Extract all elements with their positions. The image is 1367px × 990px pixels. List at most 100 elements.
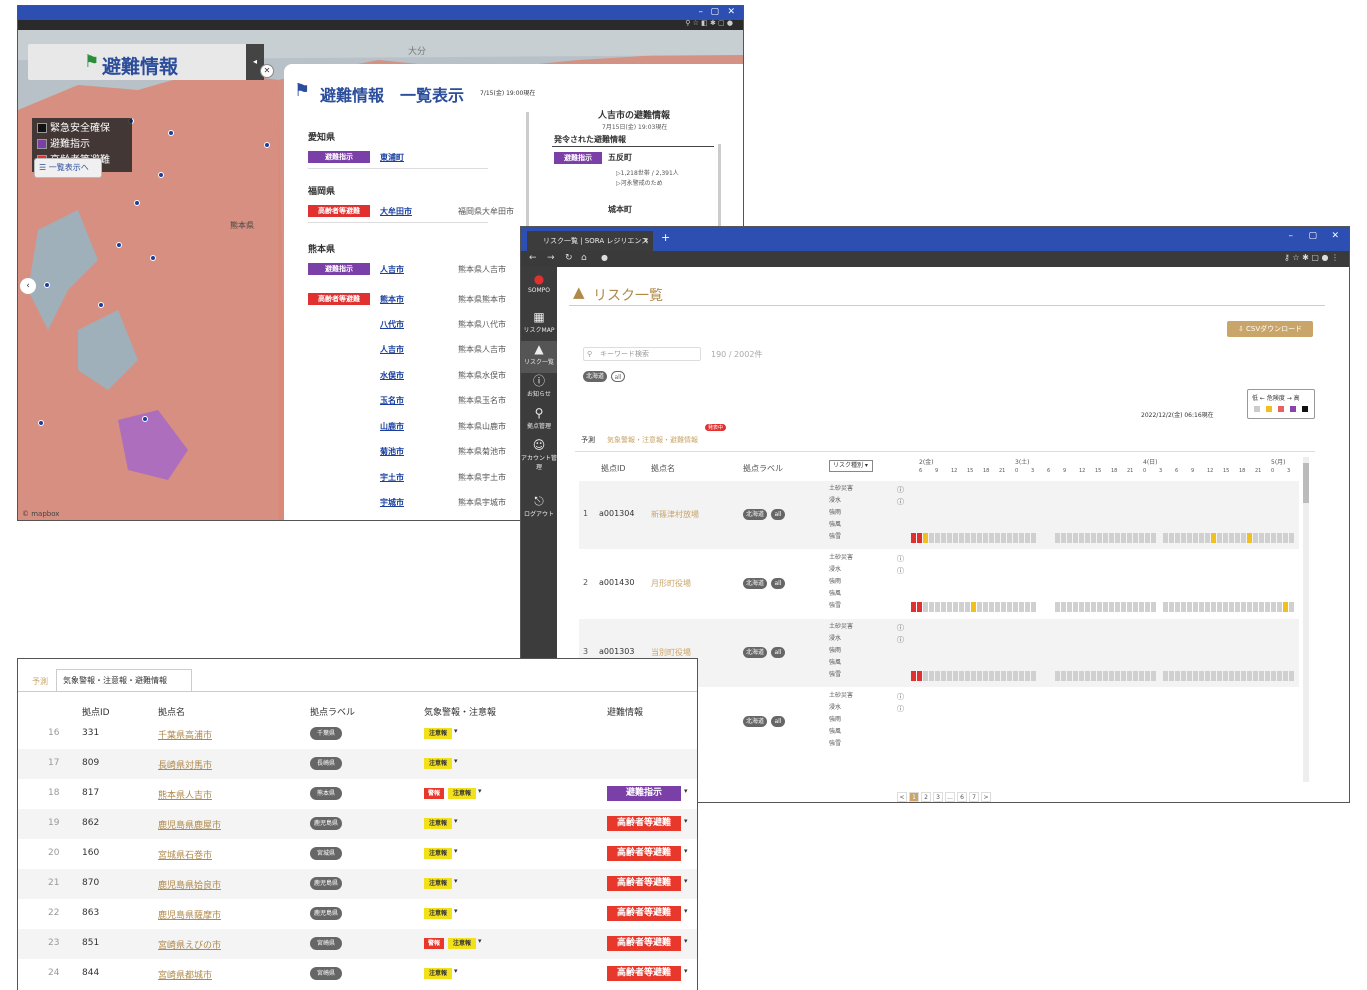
- info-icon[interactable]: ⓘ: [897, 497, 904, 507]
- table-row[interactable]: 22 863 鹿児島県薩摩市 鹿児島県 注意報 ▾ 高齢者等避難 ▾: [18, 899, 697, 930]
- info-icon[interactable]: ⓘ: [897, 635, 904, 645]
- home-icon[interactable]: ⌂: [581, 253, 587, 263]
- table-row[interactable]: 17 809 長崎県対馬市 長崎県 注意報 ▾: [18, 749, 697, 780]
- row-name-link[interactable]: 新篠津村放場: [651, 509, 699, 520]
- row-label-chip[interactable]: all: [771, 716, 785, 727]
- table-scrollbar-thumb[interactable]: [1303, 463, 1309, 503]
- city-link[interactable]: 水俣市: [380, 370, 404, 381]
- warning-badge[interactable]: 警報: [424, 938, 444, 949]
- row-name-link[interactable]: 長崎県対馬市: [158, 758, 212, 771]
- table-row[interactable]: 20 160 宮城県石巻市 宮城県 注意報 ▾ 高齢者等避難 ▾: [18, 839, 697, 870]
- row-label-chip[interactable]: 鹿児島県: [310, 877, 342, 890]
- row-label-chip[interactable]: 北海道: [743, 578, 767, 589]
- expand-icon[interactable]: ▾: [478, 937, 482, 945]
- table-row[interactable]: 19 862 鹿児島県鹿屋市 鹿児島県 注意報 ▾ 高齢者等避難 ▾: [18, 809, 697, 840]
- risk-row[interactable]: 2 a001430 月形町役場 北海道 all 土砂災害 浸水 強雨 強風 強雪 ⓘ ⓘ: [579, 550, 1299, 618]
- filter-chip[interactable]: all: [611, 371, 625, 382]
- expand-icon[interactable]: ▾: [454, 877, 458, 885]
- table-row[interactable]: 18 817 熊本県人吉市 熊本県 警報 注意報 ▾ 避難指示 ▾: [18, 779, 697, 810]
- evacuation-badge[interactable]: 高齢者等避難: [607, 936, 681, 951]
- detail-scrollbar[interactable]: [718, 144, 721, 234]
- page-button[interactable]: 1: [909, 792, 919, 802]
- row-label-chip[interactable]: 宮崎県: [310, 967, 342, 980]
- expand-icon[interactable]: ▾: [684, 817, 688, 825]
- info-icon[interactable]: ⓘ: [897, 623, 904, 633]
- map-pin[interactable]: [264, 142, 270, 148]
- expand-icon[interactable]: ▾: [684, 967, 688, 975]
- minimize-icon[interactable]: –: [1289, 231, 1294, 241]
- map-pin[interactable]: [134, 200, 140, 206]
- lock-icon[interactable]: ●: [601, 253, 608, 262]
- sidebar-item-sompo[interactable]: ● SOMPO: [521, 271, 557, 303]
- row-label-chip[interactable]: 鹿児島県: [310, 907, 342, 920]
- risk-type-select[interactable]: リスク種別 ▾: [829, 460, 873, 472]
- map-pin[interactable]: [44, 282, 50, 288]
- sidebar-item-risklist[interactable]: ▲ リスク一覧: [521, 341, 557, 373]
- risk-row[interactable]: 1 a001304 新篠津村放場 北海道 all 土砂災害 浸水 強雨 強風 強雪 ⓘ ⓘ: [579, 481, 1299, 549]
- map-pin[interactable]: [38, 420, 44, 426]
- table-row[interactable]: 16 331 千葉県高浦市 千葉県 注意報 ▾: [18, 719, 697, 750]
- warning-badge[interactable]: 注意報: [424, 758, 452, 769]
- row-label-chip[interactable]: 熊本県: [310, 787, 342, 800]
- warning-badge[interactable]: 注意報: [424, 728, 452, 739]
- minimize-icon[interactable]: –: [699, 7, 704, 17]
- evacuation-badge[interactable]: 高齢者等避難: [607, 816, 681, 831]
- row-name-link[interactable]: 宮崎県都城市: [158, 968, 212, 981]
- expand-icon[interactable]: ▾: [454, 847, 458, 855]
- back-icon[interactable]: ←: [529, 253, 537, 263]
- list-view-button[interactable]: ☰ 一覧表示へ: [34, 158, 102, 178]
- forward-icon[interactable]: →: [547, 253, 555, 263]
- expand-icon[interactable]: ▾: [684, 847, 688, 855]
- map-pin[interactable]: [98, 302, 104, 308]
- page-button[interactable]: <: [897, 792, 907, 802]
- map-pin[interactable]: [142, 416, 148, 422]
- page-button[interactable]: >: [981, 792, 991, 802]
- row-label-chip[interactable]: 宮城県: [310, 847, 342, 860]
- map-pin[interactable]: [150, 255, 156, 261]
- table-row[interactable]: 23 851 宮崎県えびの市 宮崎県 警報 注意報 ▾ 高齢者等避難 ▾: [18, 929, 697, 960]
- row-name-link[interactable]: 宮崎県えびの市: [158, 938, 221, 951]
- row-name-link[interactable]: 月形町役場: [651, 578, 691, 589]
- warning-badge[interactable]: 警報: [424, 788, 444, 799]
- page-button[interactable]: 7: [969, 792, 979, 802]
- sidebar-item-logout[interactable]: ⎋ ログアウト: [521, 493, 557, 525]
- warning-badge[interactable]: 注意報: [424, 968, 452, 979]
- maximize-icon[interactable]: ▢: [710, 7, 719, 17]
- maximize-icon[interactable]: ▢: [1308, 231, 1317, 241]
- close-tab-icon[interactable]: ✕: [643, 231, 649, 251]
- page-button[interactable]: 2: [921, 792, 931, 802]
- row-label-chip[interactable]: all: [771, 509, 785, 520]
- warning-badge[interactable]: 注意報: [424, 908, 452, 919]
- map-pin[interactable]: [168, 130, 174, 136]
- tab-forecast[interactable]: 予測: [581, 435, 595, 445]
- new-tab-icon[interactable]: +: [661, 231, 670, 244]
- city-link[interactable]: 人吉市: [380, 344, 404, 355]
- list-scrollbar[interactable]: [526, 112, 529, 232]
- filter-chip[interactable]: 北海道: [583, 371, 607, 382]
- warning-badge[interactable]: 注意報: [424, 818, 452, 829]
- browser-tab[interactable]: リスク一覧 | SORA レジリエンス ✕: [527, 231, 653, 251]
- sidebar-item-accounts[interactable]: ☺ アカウント管理: [521, 437, 557, 471]
- info-icon[interactable]: ⓘ: [897, 566, 904, 576]
- expand-icon[interactable]: ▾: [684, 877, 688, 885]
- close-icon[interactable]: ✕: [1331, 231, 1339, 241]
- row-name-link[interactable]: 宮城県石巻市: [158, 848, 212, 861]
- tab-forecast[interactable]: 予測: [32, 676, 48, 687]
- browser-toolbar-icons[interactable]: ⚷ ☆ ✱ ▢ ● ⋮: [1284, 253, 1339, 262]
- sidebar-item-locations[interactable]: ⚲ 拠点管理: [521, 405, 557, 437]
- row-name-link[interactable]: 鹿児島県鹿屋市: [158, 818, 221, 831]
- info-icon[interactable]: ⓘ: [897, 554, 904, 564]
- row-label-chip[interactable]: 鹿児島県: [310, 817, 342, 830]
- expand-icon[interactable]: ▾: [454, 757, 458, 765]
- warning-badge[interactable]: 注意報: [424, 848, 452, 859]
- row-name-link[interactable]: 当別町役場: [651, 647, 691, 658]
- row-label-chip[interactable]: all: [771, 647, 785, 658]
- tab-warnings[interactable]: 気象警報・注意報・避難情報: [56, 669, 192, 691]
- city-link[interactable]: 玉名市: [380, 395, 404, 406]
- row-label-chip[interactable]: 長崎県: [310, 757, 342, 770]
- expand-icon[interactable]: ▾: [454, 907, 458, 915]
- city-link[interactable]: 八代市: [380, 319, 404, 330]
- page-button[interactable]: 3: [933, 792, 943, 802]
- search-input[interactable]: ⚲ キーワード検索: [583, 347, 701, 361]
- close-list-icon[interactable]: ✕: [260, 64, 274, 78]
